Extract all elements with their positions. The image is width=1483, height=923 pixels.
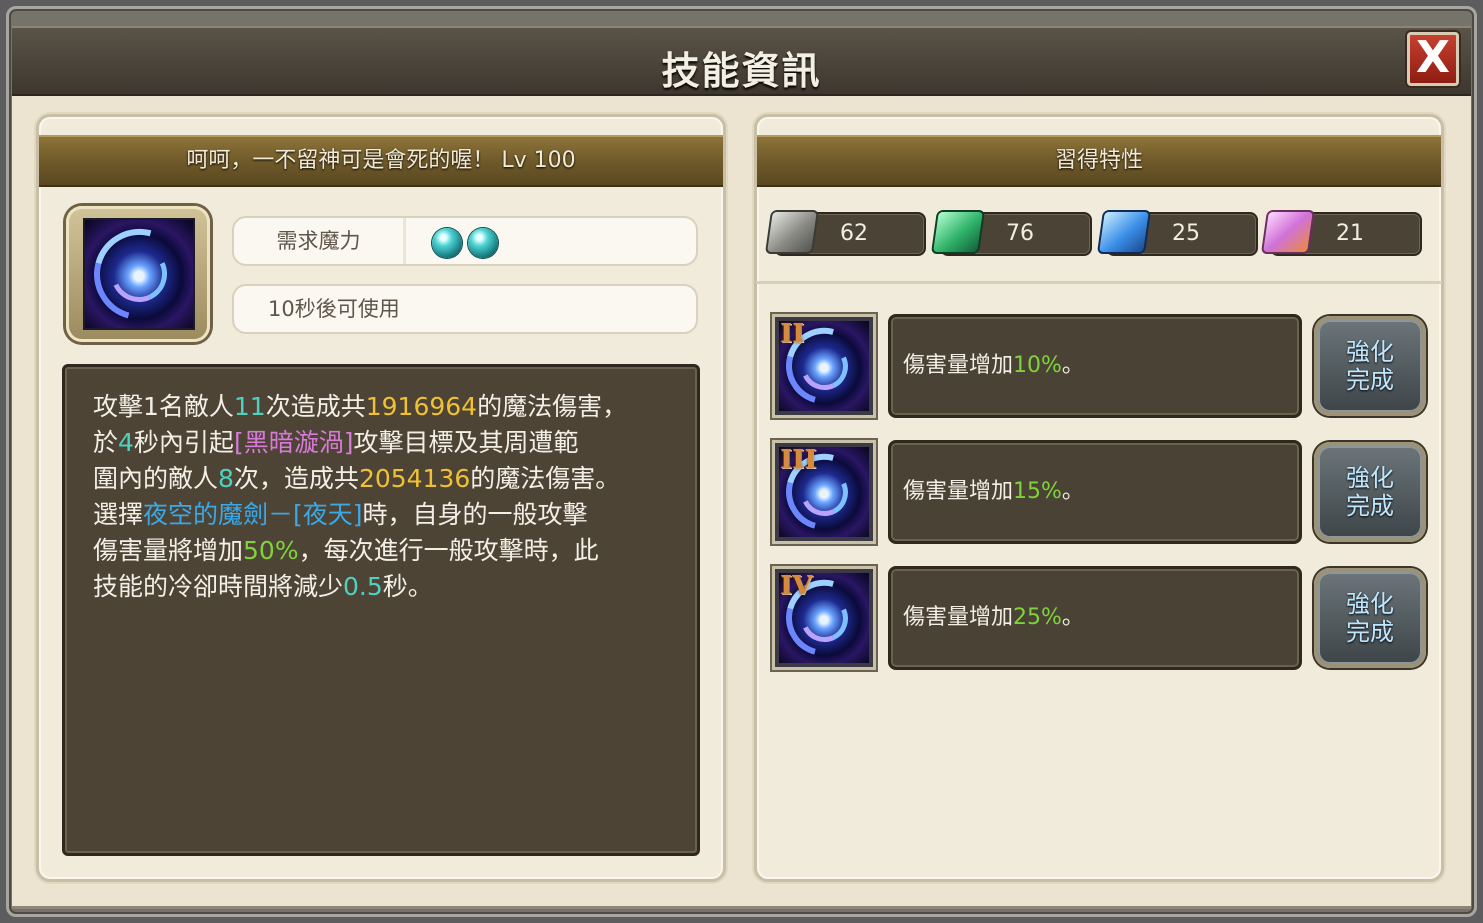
description-line: 於4秒內引起[黑暗漩渦]攻擊目標及其周遭範: [93, 428, 579, 457]
enhance-button-label: 強化 完成: [1346, 464, 1394, 520]
trait-icon: III: [772, 440, 876, 544]
trait-level-label: IV: [780, 571, 813, 601]
trait-level-label: II: [780, 319, 805, 349]
cooldown-status: 10秒後可使用: [232, 284, 698, 334]
description-line: 圍內的敵人8次，造成共2054136的魔法傷害。: [93, 464, 621, 493]
skill-description: 攻擊1名敵人11次造成共1916964的魔法傷害， 於4秒內引起[黑暗漩渦]攻擊…: [62, 364, 700, 856]
traits-header: 習得特性: [757, 135, 1441, 187]
trait-description: 傷害量增加25%。: [888, 566, 1302, 670]
description-line: 技能的冷卻時間將減少0.5秒。: [93, 572, 433, 601]
green-gem-icon: [930, 210, 986, 254]
dialog-title: 技能資訊: [661, 49, 822, 93]
title-bar: 技能資訊: [12, 26, 1471, 96]
description-line: 傷害量將增加50%，每次進行一般攻擊時，此: [93, 536, 599, 565]
trait-description: 傷害量增加15%。: [888, 440, 1302, 544]
trait-level-label: III: [780, 445, 817, 475]
mana-label: 需求魔力: [234, 218, 406, 264]
description-line: 攻擊1名敵人11次造成共1916964的魔法傷害，: [93, 392, 628, 421]
enhance-button-label: 強化 完成: [1346, 590, 1394, 646]
pink-gem-icon: [1260, 210, 1316, 254]
stat-green: 76: [930, 210, 1092, 256]
skill-header: 呵呵，一不留神可是會死的喔！ Lv 100: [39, 135, 723, 187]
stat-blue: 25: [1096, 210, 1258, 256]
description-line: 選擇夜空的魔劍－[夜天]時，自身的一般攻擊: [93, 500, 588, 529]
mana-requirement: 需求魔力: [232, 216, 698, 266]
enhance-complete-button[interactable]: 強化 完成: [1314, 316, 1426, 416]
trait-icon: IV: [772, 566, 876, 670]
trait-row: IV 傷害量增加25%。 強化 完成: [772, 566, 1428, 672]
grey-gem-icon: [764, 210, 820, 254]
stat-pink: 21: [1260, 210, 1422, 256]
enhance-button-label: 強化 完成: [1346, 338, 1394, 394]
enhance-complete-button[interactable]: 強化 完成: [1314, 442, 1426, 542]
trait-stats: 62 76 25 21: [756, 196, 1442, 284]
close-button[interactable]: X: [1407, 32, 1459, 86]
trait-description: 傷害量增加10%。: [888, 314, 1302, 418]
stat-grey: 62: [764, 210, 926, 256]
trait-row: II 傷害量增加10%。 強化 完成: [772, 314, 1428, 420]
trait-row: III 傷害量增加15%。 強化 完成: [772, 440, 1428, 546]
mana-orb-icon: [468, 228, 498, 258]
enhance-complete-button[interactable]: 強化 完成: [1314, 568, 1426, 668]
dark-vortex-skill-icon: [83, 218, 195, 330]
blue-gem-icon: [1096, 210, 1152, 254]
trait-icon: II: [772, 314, 876, 418]
mana-orb-icon: [432, 228, 462, 258]
